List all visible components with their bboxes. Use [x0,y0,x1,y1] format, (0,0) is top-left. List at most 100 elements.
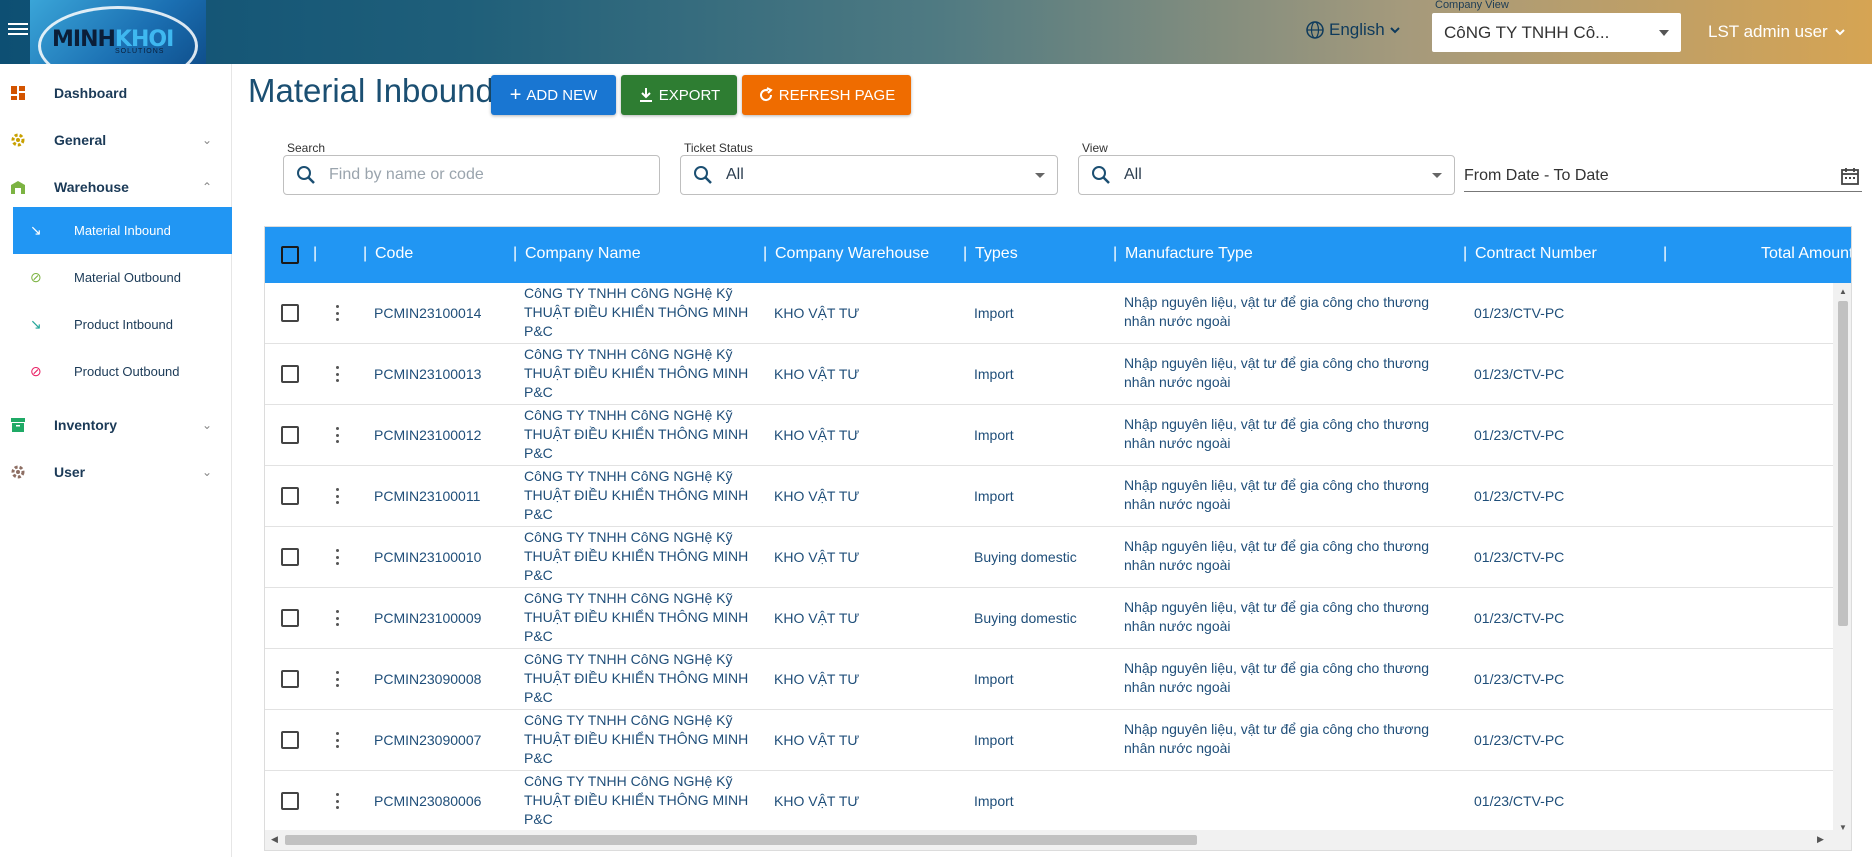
ticket-status-select[interactable]: All [680,155,1058,195]
view-select[interactable]: All [1078,155,1455,195]
cell-type: Import [974,671,1014,687]
row-checkbox[interactable] [281,487,299,505]
cell-contract-number: 01/23/CTV-PC [1474,793,1565,809]
add-new-button[interactable]: + ADD NEW [491,75,616,115]
table-row[interactable]: PCMIN23090007 CôNG TY TNHH CôNG NGHệ Kỹ … [265,710,1833,771]
cell-manufacture-type: Nhập nguyên liệu, vật tư để gia công cho… [1124,721,1430,756]
cell-company-name: CôNG TY TNHH CôNG NGHệ Kỹ THUẬT ĐIỀU KHI… [524,529,749,583]
company-select[interactable]: CôNG TY TNHH Cô... [1432,13,1681,52]
cell-manufacture-type: Nhập nguyên liệu, vật tư để gia công cho… [1124,355,1430,390]
chevron-down-icon [1390,27,1400,34]
table-header: | | Code | Company Name | Company Wareho… [265,227,1851,283]
column-header-manufacture-type[interactable]: Manufacture Type [1125,245,1253,263]
column-header-code[interactable]: Code [375,245,413,263]
sidebar-item-general[interactable]: General ⌄ [0,118,232,162]
add-new-label: ADD NEW [526,86,598,104]
table-row[interactable]: PCMIN23100014 CôNG TY TNHH CôNG NGHệ Kỹ … [265,283,1833,344]
table-body: PCMIN23100014 CôNG TY TNHH CôNG NGHệ Kỹ … [265,283,1833,835]
calendar-icon[interactable] [1840,166,1860,186]
sidebar-item-product-outbound[interactable]: ⊘ Product Outbound [13,348,232,395]
language-selector[interactable]: English [1305,20,1401,40]
scroll-thumb[interactable] [1838,301,1848,626]
more-vert-icon[interactable] [334,486,340,506]
sidebar-item-label: Warehouse [54,179,129,195]
row-checkbox[interactable] [281,548,299,566]
menu-icon[interactable] [8,20,28,40]
table-row[interactable]: PCMIN23100010 CôNG TY TNHH CôNG NGHệ Kỹ … [265,527,1833,588]
warehouse-icon [11,181,25,194]
sidebar-item-material-outbound[interactable]: ⊘ Material Outbound [13,254,232,301]
cell-code: PCMIN23100011 [374,488,481,504]
logo[interactable]: MINHKHOI SOLUTIONS [30,0,206,64]
sidebar-item-label: Product Intbound [74,317,174,332]
more-vert-icon[interactable] [334,608,340,628]
table-row[interactable]: PCMIN23100009 CôNG TY TNHH CôNG NGHệ Kỹ … [265,588,1833,649]
sidebar-item-warehouse[interactable]: Warehouse ⌃ [0,165,232,209]
scroll-up-icon[interactable]: ▲ [1839,287,1847,296]
logo-subtitle: SOLUTIONS [115,48,165,55]
column-header-company-name[interactable]: Company Name [525,245,641,263]
row-checkbox[interactable] [281,426,299,444]
column-header-contract-number[interactable]: Contract Number [1475,245,1597,263]
sidebar-item-product-intbound[interactable]: ↘ Product Intbound [13,301,232,348]
arrow-inbound-icon: ↘ [30,222,42,238]
sidebar-item-label: General [54,132,107,148]
cell-contract-number: 01/23/CTV-PC [1474,549,1565,565]
dropdown-caret-icon [1035,173,1045,178]
table-row[interactable]: PCMIN23090008 CôNG TY TNHH CôNG NGHệ Kỹ … [265,649,1833,710]
cell-code: PCMIN23090007 [374,732,482,748]
horizontal-scrollbar[interactable]: ◀ ▶ [265,830,1851,850]
select-all-checkbox[interactable] [281,246,299,264]
dashboard-icon [11,86,25,100]
cell-code: PCMIN23100013 [374,366,482,382]
gear-icon [11,465,25,479]
row-checkbox[interactable] [281,304,299,322]
row-checkbox[interactable] [281,670,299,688]
more-vert-icon[interactable] [334,669,340,689]
row-checkbox[interactable] [281,365,299,383]
user-menu[interactable]: LST admin user [1708,22,1846,42]
table-row[interactable]: PCMIN23100012 CôNG TY TNHH CôNG NGHệ Kỹ … [265,405,1833,466]
sidebar-item-dashboard[interactable]: Dashboard [0,71,232,115]
sidebar-item-material-inbound[interactable]: ↘ Material Inbound [13,207,232,254]
plus-icon: + [509,84,522,106]
inventory-icon [11,418,25,432]
sidebar-item-user[interactable]: User ⌄ [0,450,232,494]
export-button[interactable]: EXPORT [621,75,737,115]
data-table: | | Code | Company Name | Company Wareho… [264,226,1852,851]
row-checkbox[interactable] [281,792,299,810]
sidebar-item-label: Material Outbound [74,270,181,285]
more-vert-icon[interactable] [334,730,340,750]
cell-warehouse: KHO VẬT TƯ [774,488,860,504]
more-vert-icon[interactable] [334,547,340,567]
more-vert-icon[interactable] [334,364,340,384]
table-row[interactable]: PCMIN23100013 CôNG TY TNHH CôNG NGHệ Kỹ … [265,344,1833,405]
column-header-types[interactable]: Types [975,245,1018,263]
sidebar-item-inventory[interactable]: Inventory ⌄ [0,403,232,447]
cell-code: PCMIN23090008 [374,671,482,687]
search-input[interactable]: Find by name or code [283,155,660,195]
scroll-left-icon[interactable]: ◀ [271,834,278,845]
cell-warehouse: KHO VẬT TƯ [774,366,860,382]
more-vert-icon[interactable] [334,303,340,323]
view-value: All [1124,166,1142,183]
scroll-right-icon[interactable]: ▶ [1817,834,1824,845]
vertical-scrollbar[interactable]: ▲ ▼ [1833,283,1851,835]
company-view-label: Company View [1435,0,1509,11]
top-bar: MINHKHOI SOLUTIONS English Company View … [0,0,1872,64]
row-checkbox[interactable] [281,731,299,749]
table-row[interactable]: PCMIN23080006 CôNG TY TNHH CôNG NGHệ Kỹ … [265,771,1833,832]
date-range-input[interactable]: From Date - To Date [1464,160,1862,192]
cell-company-name: CôNG TY TNHH CôNG NGHệ Kỹ THUẬT ĐIỀU KHI… [524,346,749,400]
scroll-thumb[interactable] [285,835,1197,845]
column-header-total-amount[interactable]: Total Amount [1761,245,1851,263]
refresh-page-button[interactable]: REFRESH PAGE [742,75,911,115]
row-checkbox[interactable] [281,609,299,627]
more-vert-icon[interactable] [334,791,340,811]
sidebar-item-label: Dashboard [54,85,128,101]
table-row[interactable]: PCMIN23100011 CôNG TY TNHH CôNG NGHệ Kỹ … [265,466,1833,527]
globe-icon [1306,21,1324,39]
column-header-company-warehouse[interactable]: Company Warehouse [775,245,929,263]
language-label: English [1329,20,1385,39]
more-vert-icon[interactable] [334,425,340,445]
